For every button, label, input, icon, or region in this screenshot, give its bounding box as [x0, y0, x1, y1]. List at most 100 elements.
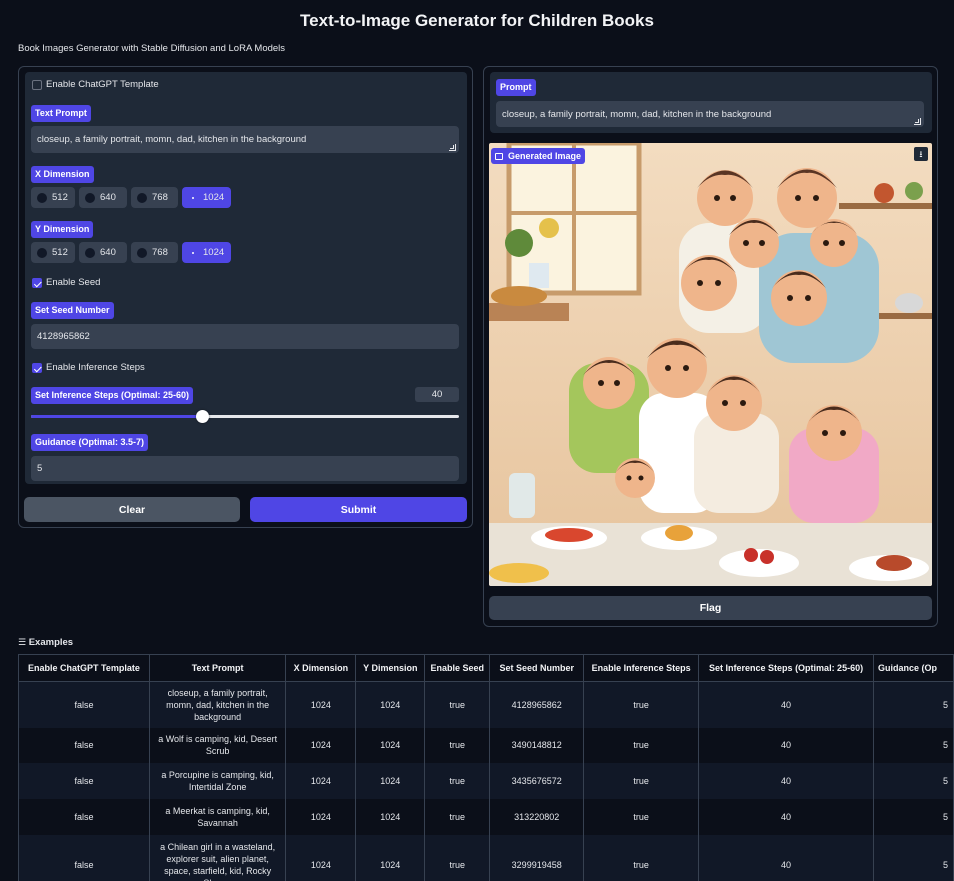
x-dim-option-768[interactable]: 768 [131, 187, 178, 208]
guidance-input[interactable]: 5 [31, 456, 459, 481]
image-label-chip: Generated Image [491, 148, 586, 164]
seed-number-label: Set Seed Number [31, 302, 114, 319]
table-cell: 1024 [285, 834, 357, 881]
examples-table: Enable ChatGPT Template Text Prompt X Di… [18, 654, 954, 881]
table-cell: 40 [698, 681, 875, 728]
table-cell: 4128965862 [489, 681, 585, 728]
table-cell: a Porcupine is camping, kid, Intertidal … [148, 762, 287, 799]
enable-inference-steps-checkbox[interactable] [32, 363, 42, 373]
page-subtitle: Book Images Generator with Stable Diffus… [18, 43, 286, 54]
examples-heading: ☰ Examples [18, 637, 73, 648]
table-cell: true [583, 762, 700, 799]
table-cell: 3299919458 [489, 834, 585, 881]
x-dim-512-label: 512 [52, 192, 68, 203]
table-cell: true [583, 681, 700, 728]
submit-button[interactable]: Submit [250, 497, 467, 522]
y-dim-option-1024[interactable]: 1024 [182, 242, 231, 263]
resize-handle-icon[interactable] [914, 118, 921, 125]
table-cell: false [18, 834, 150, 881]
table-cell: 40 [698, 727, 875, 763]
y-dim-option-640[interactable]: 640 [79, 242, 127, 263]
x-dim-1024-label: 1024 [203, 192, 225, 203]
page-title: Text-to-Image Generator for Children Boo… [300, 11, 654, 30]
table-cell: 3435676572 [489, 762, 585, 799]
radio-dot-icon [137, 247, 147, 258]
inference-steps-slider-fill [31, 415, 203, 418]
column-header[interactable]: Enable Seed [424, 654, 491, 682]
table-row[interactable]: false a Meerkat is camping, kid, Savanna… [18, 798, 954, 835]
column-header[interactable]: Y Dimension [355, 654, 426, 682]
table-cell: true [583, 798, 700, 835]
generated-image-label: Generated Image [508, 151, 582, 161]
chatgpt-template-checkbox[interactable] [32, 80, 42, 90]
table-row[interactable]: false a Chilean girl in a wasteland, exp… [18, 834, 954, 881]
table-cell: a Meerkat is camping, kid, Savannah [148, 798, 287, 835]
radio-dot-icon [85, 247, 95, 258]
table-header-row: Enable ChatGPT Template Text Prompt X Di… [18, 654, 954, 682]
table-cell: a Chilean girl in a wasteland, explorer … [148, 834, 287, 881]
y-dim-1024-label: 1024 [203, 247, 225, 258]
clear-button[interactable]: Clear [24, 497, 240, 522]
table-cell: 313220802 [489, 798, 585, 835]
column-header[interactable]: Guidance (Op [873, 654, 954, 682]
table-cell: true [583, 834, 700, 881]
text-prompt-label: Text Prompt [31, 105, 91, 122]
table-cell: 1024 [355, 834, 426, 881]
x-dim-option-1024[interactable]: 1024 [182, 187, 231, 208]
x-dimension-label: X Dimension [31, 166, 94, 183]
prompt-output-box[interactable]: closeup, a family portrait, momn, dad, k… [496, 101, 924, 127]
enable-seed-checkbox[interactable] [32, 278, 42, 288]
generated-image: Generated Image ⭳ [489, 143, 932, 586]
x-dim-768-label: 768 [152, 192, 168, 203]
table-cell: 40 [698, 798, 875, 835]
y-dimension-label: Y Dimension [31, 221, 94, 238]
x-dim-option-640[interactable]: 640 [79, 187, 127, 208]
text-prompt-input[interactable]: closeup, a family portrait, momn, dad, k… [31, 126, 459, 153]
list-icon: ☰ [18, 637, 27, 647]
radio-dot-icon [37, 247, 47, 258]
x-dim-640-label: 640 [100, 192, 116, 203]
download-icon[interactable]: ⭳ [914, 147, 928, 161]
resize-handle-icon[interactable] [449, 144, 456, 151]
table-cell: 1024 [285, 762, 357, 799]
table-cell: true [424, 681, 491, 728]
table-cell: true [424, 798, 491, 835]
table-cell: 1024 [355, 727, 426, 763]
table-cell: 5 [873, 798, 954, 835]
seed-number-input[interactable]: 4128965862 [31, 324, 459, 349]
table-row[interactable]: false a Wolf is camping, kid, Desert Scr… [18, 727, 954, 763]
y-dim-768-label: 768 [152, 247, 168, 258]
table-cell: 5 [873, 762, 954, 799]
inference-steps-number-input[interactable]: 40 [415, 387, 459, 402]
y-dim-option-768[interactable]: 768 [131, 242, 178, 263]
x-dim-option-512[interactable]: 512 [31, 187, 75, 208]
radio-dot-icon [37, 192, 47, 203]
flag-button[interactable]: Flag [489, 596, 932, 620]
column-header[interactable]: X Dimension [285, 654, 357, 682]
prompt-output-value: closeup, a family portrait, momn, dad, k… [502, 108, 772, 120]
radio-dot-icon [188, 192, 198, 203]
guidance-label: Guidance (Optimal: 3.5-7) [31, 434, 149, 451]
table-cell: 5 [873, 727, 954, 763]
chatgpt-template-label: Enable ChatGPT Template [46, 79, 159, 90]
table-cell: 1024 [285, 681, 357, 728]
table-row[interactable]: false closeup, a family portrait, momn, … [18, 681, 954, 728]
table-cell: 3490148812 [489, 727, 585, 763]
inference-steps-label: Set Inference Steps (Optimal: 25-60) [31, 387, 194, 404]
table-cell: 40 [698, 762, 875, 799]
column-header[interactable]: Set Seed Number [489, 654, 585, 682]
y-dim-512-label: 512 [52, 247, 68, 258]
column-header[interactable]: Text Prompt [148, 654, 287, 682]
family-portrait-illustration [489, 143, 932, 586]
seed-number-value: 4128965862 [37, 331, 90, 342]
column-header[interactable]: Enable Inference Steps [583, 654, 700, 682]
table-cell: 1024 [285, 727, 357, 763]
table-cell: 1024 [355, 762, 426, 799]
column-header[interactable]: Enable ChatGPT Template [18, 654, 150, 682]
y-dim-option-512[interactable]: 512 [31, 242, 75, 263]
table-row[interactable]: false a Porcupine is camping, kid, Inter… [18, 762, 954, 799]
table-cell: true [583, 727, 700, 763]
radio-dot-icon [137, 192, 147, 203]
table-cell: true [424, 762, 491, 799]
column-header[interactable]: Set Inference Steps (Optimal: 25-60) [698, 654, 875, 682]
